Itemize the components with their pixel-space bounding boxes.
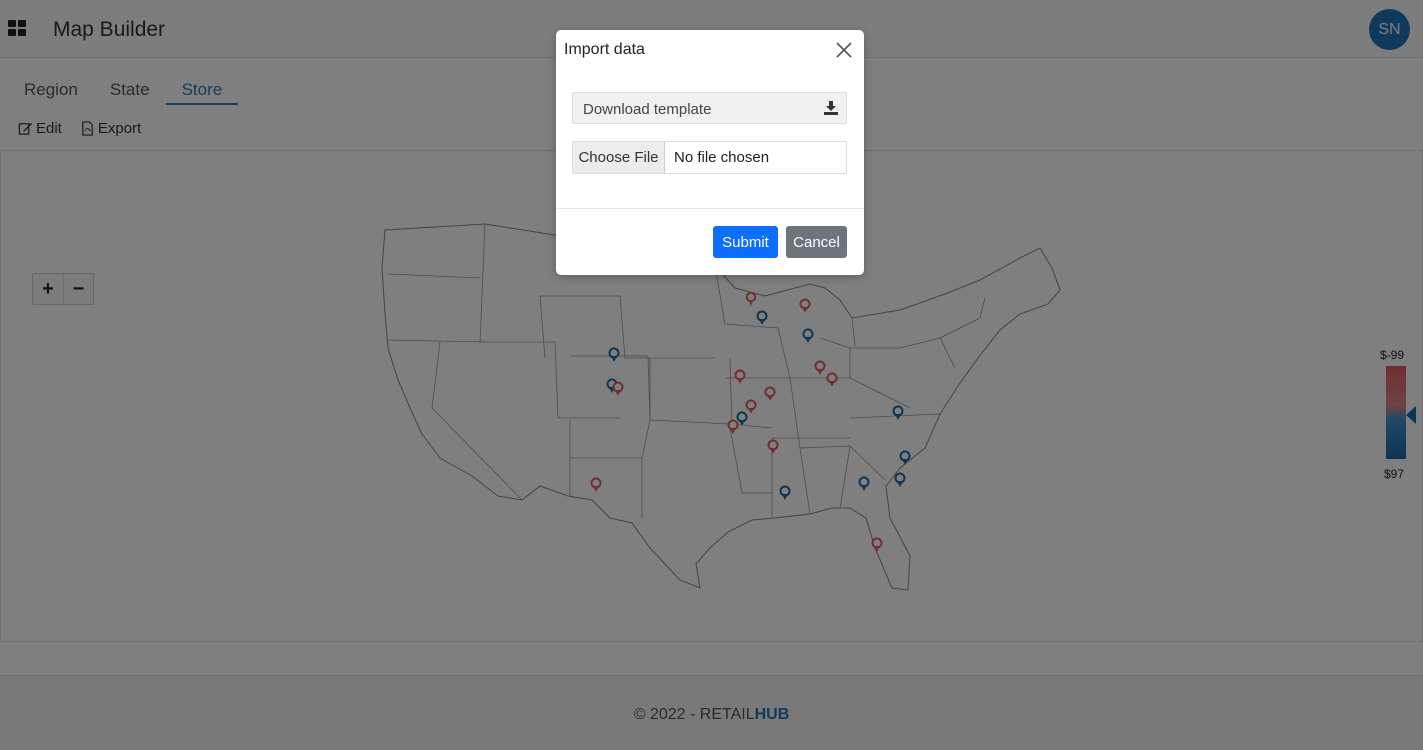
import-data-dialog: Import data Download template Choose Fil… (556, 30, 864, 275)
close-button[interactable] (834, 40, 854, 60)
dialog-title: Import data (564, 41, 645, 58)
download-icon (824, 101, 838, 115)
choose-file-button[interactable]: Choose File (573, 142, 665, 173)
file-input[interactable]: Choose File No file chosen (572, 141, 847, 174)
dialog-divider (556, 208, 864, 209)
cancel-button[interactable]: Cancel (786, 226, 847, 258)
file-status-text: No file chosen (674, 149, 770, 166)
download-template-label: Download template (583, 101, 712, 118)
submit-button[interactable]: Submit (713, 226, 778, 258)
close-icon (836, 42, 852, 58)
download-template-button[interactable]: Download template (572, 92, 847, 124)
